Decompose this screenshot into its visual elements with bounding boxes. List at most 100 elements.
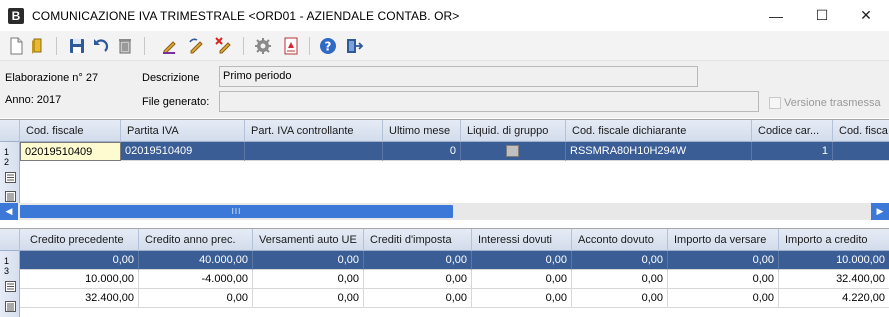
cod-fiscale-cell[interactable]: 02019510409	[20, 142, 121, 161]
importo-da-versare-cell[interactable]: 0,00	[668, 251, 779, 270]
credito-anno-prec-cell[interactable]: 40.000,00	[139, 251, 253, 270]
table-row[interactable]: 02019510409 02019510409 0 RSSMRA80H10H29…	[20, 142, 889, 161]
save-icon[interactable]	[67, 36, 87, 56]
crediti-imposta-cell[interactable]: 0,00	[364, 251, 472, 270]
anno-label: Anno: 2017	[5, 94, 62, 106]
piva-controllante-cell[interactable]	[245, 142, 383, 161]
maximize-button[interactable]: ☐	[799, 0, 845, 31]
interessi-dovuti-cell[interactable]: 0,00	[472, 270, 572, 289]
col-header[interactable]: Codice car...	[752, 120, 833, 142]
importi-grid: Credito precedente Credito anno prec. Ve…	[0, 228, 889, 317]
col-header[interactable]: Interessi dovuti	[472, 229, 572, 251]
col-header[interactable]: Importo a credito	[779, 229, 889, 251]
row-number: 1	[4, 147, 10, 157]
cf-dichiarante-cell[interactable]: RSSMRA80H10H294W	[566, 142, 752, 161]
credito-anno-prec-cell[interactable]: -4.000,00	[139, 270, 253, 289]
col-header[interactable]: Partita IVA	[121, 120, 245, 142]
row-number: 1	[4, 256, 10, 266]
file-generato-label: File generato:	[142, 96, 210, 108]
delete-icon[interactable]	[115, 36, 135, 56]
codice-carica-cell[interactable]: 1	[752, 142, 833, 161]
crediti-imposta-cell[interactable]: 0,00	[364, 270, 472, 289]
table-row[interactable]: 0,00 40.000,00 0,00 0,00 0,00 0,00 0,00 …	[20, 251, 889, 270]
acconto-dovuto-cell[interactable]: 0,00	[572, 270, 668, 289]
grid-corner	[0, 120, 20, 142]
col-header[interactable]: Versamenti auto UE	[253, 229, 364, 251]
elaborazione-label: Elaborazione n° 27	[5, 72, 99, 84]
importo-da-versare-cell[interactable]: 0,00	[668, 270, 779, 289]
edit-pen-icon[interactable]	[160, 36, 180, 56]
importo-a-credito-cell[interactable]: 10.000,00	[779, 251, 889, 270]
window-title: COMUNICAZIONE IVA TRIMESTRALE <ORD01 - A…	[32, 8, 460, 23]
col-header[interactable]: Acconto dovuto	[572, 229, 668, 251]
svg-text:?: ?	[325, 40, 332, 54]
col-header[interactable]: Importo da versare	[668, 229, 779, 251]
versione-trasmessa-label: Versione trasmessa	[784, 97, 881, 109]
toolbar-separator	[144, 37, 145, 55]
liquid-gruppo-cell[interactable]	[461, 142, 566, 161]
col-header[interactable]: Ultimo mese	[383, 120, 461, 142]
row-header: 1 2	[0, 142, 20, 204]
partita-iva-cell[interactable]: 02019510409	[121, 142, 245, 161]
file-generato-field[interactable]	[219, 91, 759, 112]
header-form: Elaborazione n° 27 Anno: 2017 Descrizion…	[0, 61, 889, 118]
importo-da-versare-cell[interactable]: 0,00	[668, 289, 779, 308]
title-bar: B COMUNICAZIONE IVA TRIMESTRALE <ORD01 -…	[0, 0, 889, 31]
exit-door-icon[interactable]	[344, 36, 364, 56]
horizontal-scrollbar[interactable]: ◀ III ▶	[0, 203, 889, 220]
table-row[interactable]: 32.400,00 0,00 0,00 0,00 0,00 0,00 0,00 …	[20, 289, 889, 308]
credito-precedente-cell[interactable]: 0,00	[20, 251, 139, 270]
ultimo-mese-cell[interactable]: 0	[383, 142, 461, 161]
credito-precedente-cell[interactable]: 10.000,00	[20, 270, 139, 289]
col-header[interactable]: Cod. fiscale	[20, 120, 121, 142]
pdf-report-icon[interactable]	[281, 36, 301, 56]
col-header[interactable]: Credito anno prec.	[139, 229, 253, 251]
toolbar-separator	[243, 37, 244, 55]
open-folder-icon[interactable]	[28, 36, 48, 56]
interessi-dovuti-cell[interactable]: 0,00	[472, 289, 572, 308]
liquid-gruppo-checkbox[interactable]	[506, 145, 519, 157]
toolbar-separator	[309, 37, 310, 55]
scroll-left-button[interactable]: ◀	[0, 203, 18, 220]
versione-trasmessa-checkbox[interactable]	[769, 97, 781, 109]
versamenti-auto-ue-cell[interactable]: 0,00	[253, 289, 364, 308]
col-header[interactable]: Liquid. di gruppo	[461, 120, 566, 142]
soggetti-grid: Cod. fiscale Partita IVA Part. IVA contr…	[0, 119, 889, 220]
close-button[interactable]: ✕	[843, 0, 889, 31]
edit-cancel-icon[interactable]	[214, 36, 234, 56]
help-icon[interactable]: ?	[318, 36, 338, 56]
undo-icon[interactable]	[91, 36, 111, 56]
descrizione-label: Descrizione	[142, 72, 200, 84]
grid-tools-icon[interactable]	[5, 281, 16, 292]
descrizione-field[interactable]: Primo periodo	[219, 66, 698, 87]
table-row[interactable]: 10.000,00 -4.000,00 0,00 0,00 0,00 0,00 …	[20, 270, 889, 289]
scroll-right-button[interactable]: ▶	[871, 203, 889, 220]
interessi-dovuti-cell[interactable]: 0,00	[472, 251, 572, 270]
settings-gear-icon[interactable]	[253, 36, 273, 56]
new-document-icon[interactable]	[6, 36, 26, 56]
col-header[interactable]: Credito precedente	[20, 229, 139, 251]
importo-a-credito-cell[interactable]: 4.220,00	[779, 289, 889, 308]
credito-anno-prec-cell[interactable]: 0,00	[139, 289, 253, 308]
grid-tools-icon[interactable]	[5, 172, 16, 183]
col-header[interactable]: Cod. fisca	[833, 120, 889, 142]
scroll-thumb[interactable]: III	[20, 205, 453, 218]
cod-fiscale-soc-cell[interactable]	[833, 142, 889, 161]
col-header[interactable]: Part. IVA controllante	[245, 120, 383, 142]
minimize-button[interactable]: —	[753, 0, 799, 31]
credito-precedente-cell[interactable]: 32.400,00	[20, 289, 139, 308]
col-header[interactable]: Crediti d'imposta	[364, 229, 472, 251]
acconto-dovuto-cell[interactable]: 0,00	[572, 289, 668, 308]
acconto-dovuto-cell[interactable]: 0,00	[572, 251, 668, 270]
toolbar: ?	[0, 31, 889, 61]
edit-back-icon[interactable]	[187, 36, 207, 56]
row-number: 3	[4, 266, 10, 276]
versamenti-auto-ue-cell[interactable]: 0,00	[253, 270, 364, 289]
row-number: 2	[4, 157, 10, 167]
importo-a-credito-cell[interactable]: 32.400,00	[779, 270, 889, 289]
versamenti-auto-ue-cell[interactable]: 0,00	[253, 251, 364, 270]
grid-list-icon[interactable]	[5, 191, 16, 202]
grid-list-icon[interactable]	[5, 301, 16, 312]
col-header[interactable]: Cod. fiscale dichiarante	[566, 120, 752, 142]
crediti-imposta-cell[interactable]: 0,00	[364, 289, 472, 308]
